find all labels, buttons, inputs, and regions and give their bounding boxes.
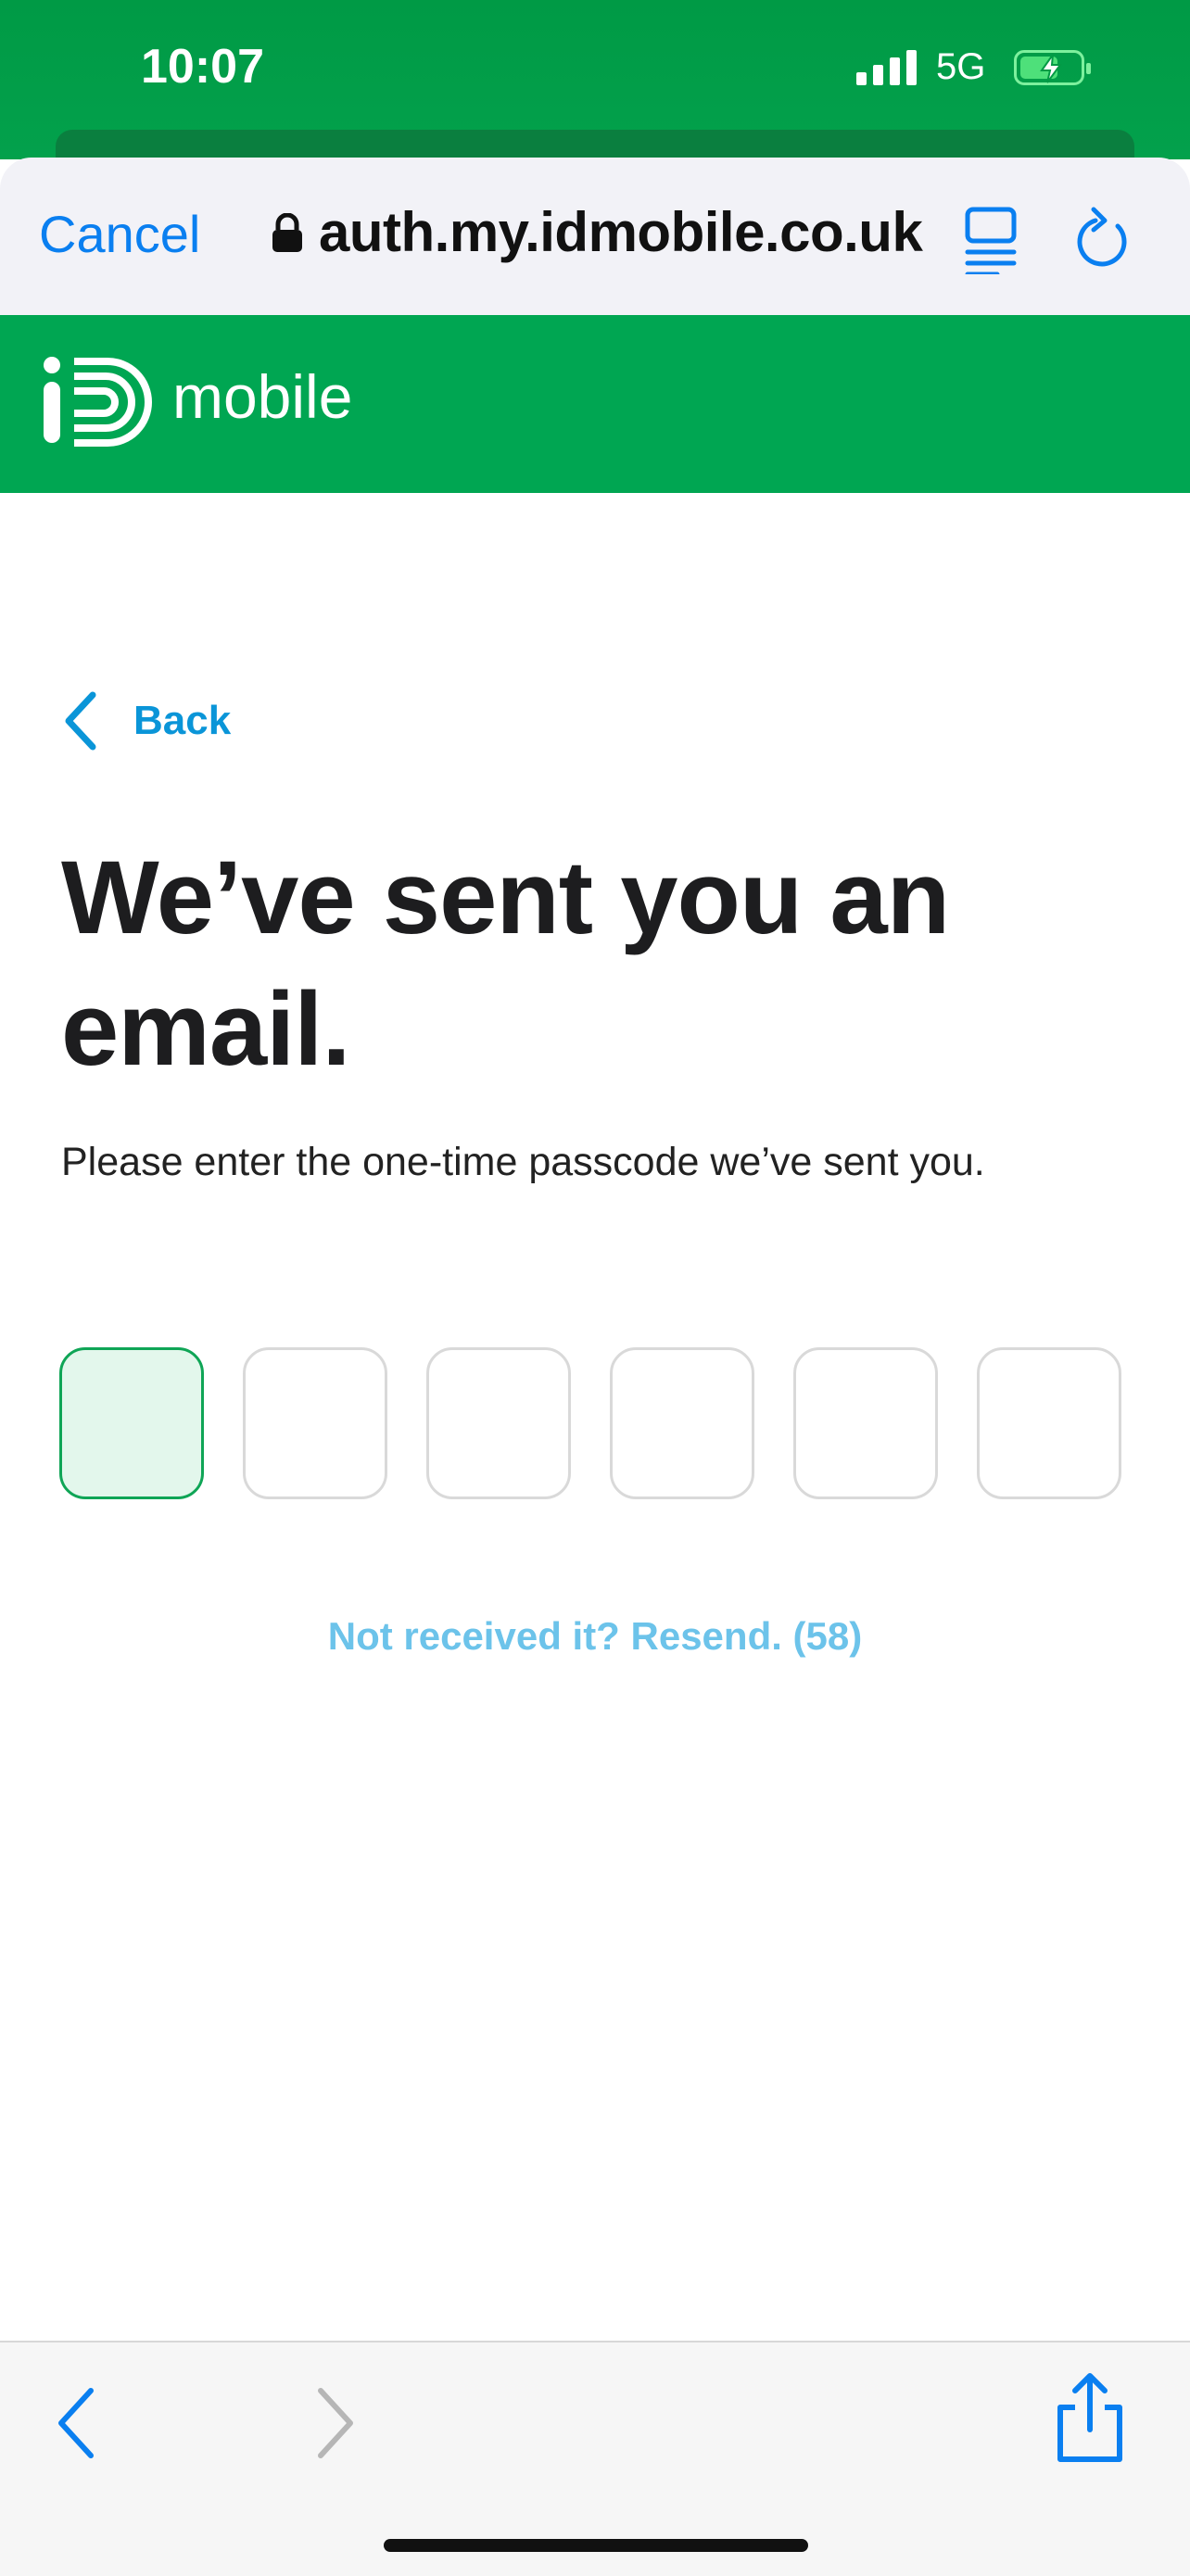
signal-icon <box>856 48 917 85</box>
back-label: Back <box>133 698 232 743</box>
otp-digit-3[interactable] <box>426 1347 571 1499</box>
status-time: 10:07 <box>141 40 264 94</box>
network-type: 5G <box>936 46 986 87</box>
brand-header: mobile <box>0 315 1190 493</box>
brand-name: mobile <box>172 362 353 431</box>
url-text[interactable]: auth.my.idmobile.co.uk <box>319 200 923 264</box>
reader-icon[interactable] <box>962 206 1021 279</box>
otp-digit-2[interactable] <box>243 1347 387 1499</box>
page-title: We’ve sent you an email. <box>61 840 950 1087</box>
battery-charging-icon <box>1014 50 1091 85</box>
forward-arrow-icon[interactable] <box>311 2385 358 2466</box>
share-icon[interactable] <box>1053 2372 1127 2469</box>
resend-link[interactable]: Not received it? Resend. (58) <box>0 1614 1190 1659</box>
back-arrow-icon[interactable] <box>54 2385 100 2466</box>
reload-icon[interactable] <box>1075 204 1134 275</box>
status-bar: 10:07 5G <box>0 0 1190 185</box>
otp-digit-1[interactable] <box>59 1347 204 1499</box>
id-logo-icon <box>43 356 163 453</box>
back-link[interactable]: Back <box>61 691 231 751</box>
back-chevron-icon <box>65 691 96 751</box>
lock-icon <box>271 212 304 259</box>
page-subtitle: Please enter the one-time passcode we’ve… <box>61 1140 985 1184</box>
cancel-button[interactable]: Cancel <box>39 204 200 264</box>
otp-digit-5[interactable] <box>793 1347 938 1499</box>
home-indicator <box>384 2539 808 2552</box>
address-bar: Cancel auth.my.idmobile.co.uk <box>0 158 1190 315</box>
otp-input-group <box>59 1347 1121 1499</box>
otp-digit-4[interactable] <box>610 1347 754 1499</box>
otp-digit-6[interactable] <box>977 1347 1121 1499</box>
